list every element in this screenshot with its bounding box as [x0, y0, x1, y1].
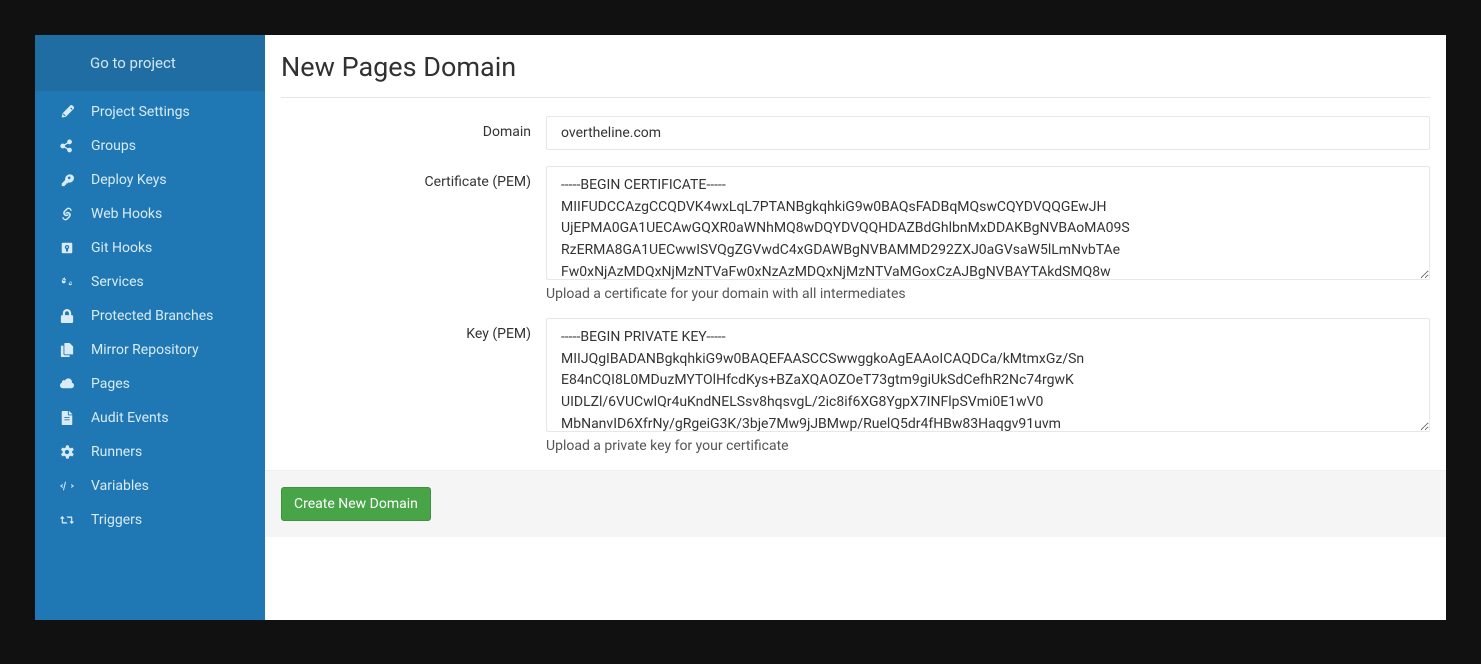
retweet-icon	[59, 513, 75, 527]
sidebar-item-web-hooks[interactable]: Web Hooks	[35, 197, 265, 231]
sidebar-item-label: Pages	[91, 376, 130, 392]
certificate-textarea[interactable]	[546, 166, 1430, 280]
form-row-key: Key (PEM) Upload a private key for your …	[281, 318, 1430, 454]
gears-icon	[59, 275, 75, 289]
form-row-domain: Domain	[281, 116, 1430, 150]
key-help-text: Upload a private key for your certificat…	[546, 438, 1430, 454]
go-to-project-link[interactable]: Go to project	[35, 35, 265, 91]
sidebar-item-services[interactable]: Services	[35, 265, 265, 299]
git-icon	[59, 241, 75, 255]
main-content: New Pages Domain Domain Certificate (PEM…	[265, 35, 1446, 620]
create-new-domain-button[interactable]: Create New Domain	[281, 487, 431, 521]
sidebar-item-label: Project Settings	[91, 104, 190, 120]
sidebar-item-groups[interactable]: Groups	[35, 129, 265, 163]
link-icon	[59, 207, 75, 221]
sidebar-item-label: Protected Branches	[91, 308, 213, 324]
sidebar-item-label: Audit Events	[91, 410, 169, 426]
key-icon	[59, 173, 75, 187]
domain-label: Domain	[281, 116, 546, 140]
sidebar-item-label: Mirror Repository	[91, 342, 199, 358]
sidebar-item-git-hooks[interactable]: Git Hooks	[35, 231, 265, 265]
cloud-icon	[59, 377, 75, 391]
sidebar-item-deploy-keys[interactable]: Deploy Keys	[35, 163, 265, 197]
form-row-certificate: Certificate (PEM) Upload a certificate f…	[281, 166, 1430, 302]
file-icon	[59, 411, 75, 425]
key-textarea[interactable]	[546, 318, 1430, 432]
sidebar-item-label: Variables	[91, 478, 149, 494]
sidebar-item-label: Web Hooks	[91, 206, 162, 222]
certificate-help-text: Upload a certificate for your domain wit…	[546, 286, 1430, 302]
key-label: Key (PEM)	[281, 318, 546, 342]
sidebar-item-label: Deploy Keys	[91, 172, 167, 188]
edit-icon	[59, 105, 75, 119]
sidebar-item-triggers[interactable]: Triggers	[35, 503, 265, 537]
sidebar-item-runners[interactable]: Runners	[35, 435, 265, 469]
sidebar-nav-list: Project Settings Groups Deploy Keys Web …	[35, 91, 265, 537]
sidebar-item-mirror-repository[interactable]: Mirror Repository	[35, 333, 265, 367]
copy-icon	[59, 343, 75, 357]
sidebar-item-variables[interactable]: Variables	[35, 469, 265, 503]
sidebar-item-label: Services	[91, 274, 144, 290]
app-window: Go to project Project Settings Groups De…	[35, 35, 1446, 620]
sidebar-item-project-settings[interactable]: Project Settings	[35, 91, 265, 129]
lock-icon	[59, 309, 75, 323]
form-actions: Create New Domain	[265, 470, 1446, 537]
share-icon	[59, 139, 75, 153]
domain-input[interactable]	[546, 116, 1430, 150]
sidebar-item-label: Git Hooks	[91, 240, 152, 256]
sidebar-item-label: Triggers	[91, 512, 142, 528]
page-title: New Pages Domain	[281, 51, 1430, 98]
sidebar-item-protected-branches[interactable]: Protected Branches	[35, 299, 265, 333]
sidebar-item-label: Runners	[91, 444, 142, 460]
sidebar-item-pages[interactable]: Pages	[35, 367, 265, 401]
sidebar: Go to project Project Settings Groups De…	[35, 35, 265, 620]
sidebar-item-audit-events[interactable]: Audit Events	[35, 401, 265, 435]
code-icon	[59, 479, 75, 493]
certificate-label: Certificate (PEM)	[281, 166, 546, 190]
gear-icon	[59, 445, 75, 459]
sidebar-item-label: Groups	[91, 138, 136, 154]
